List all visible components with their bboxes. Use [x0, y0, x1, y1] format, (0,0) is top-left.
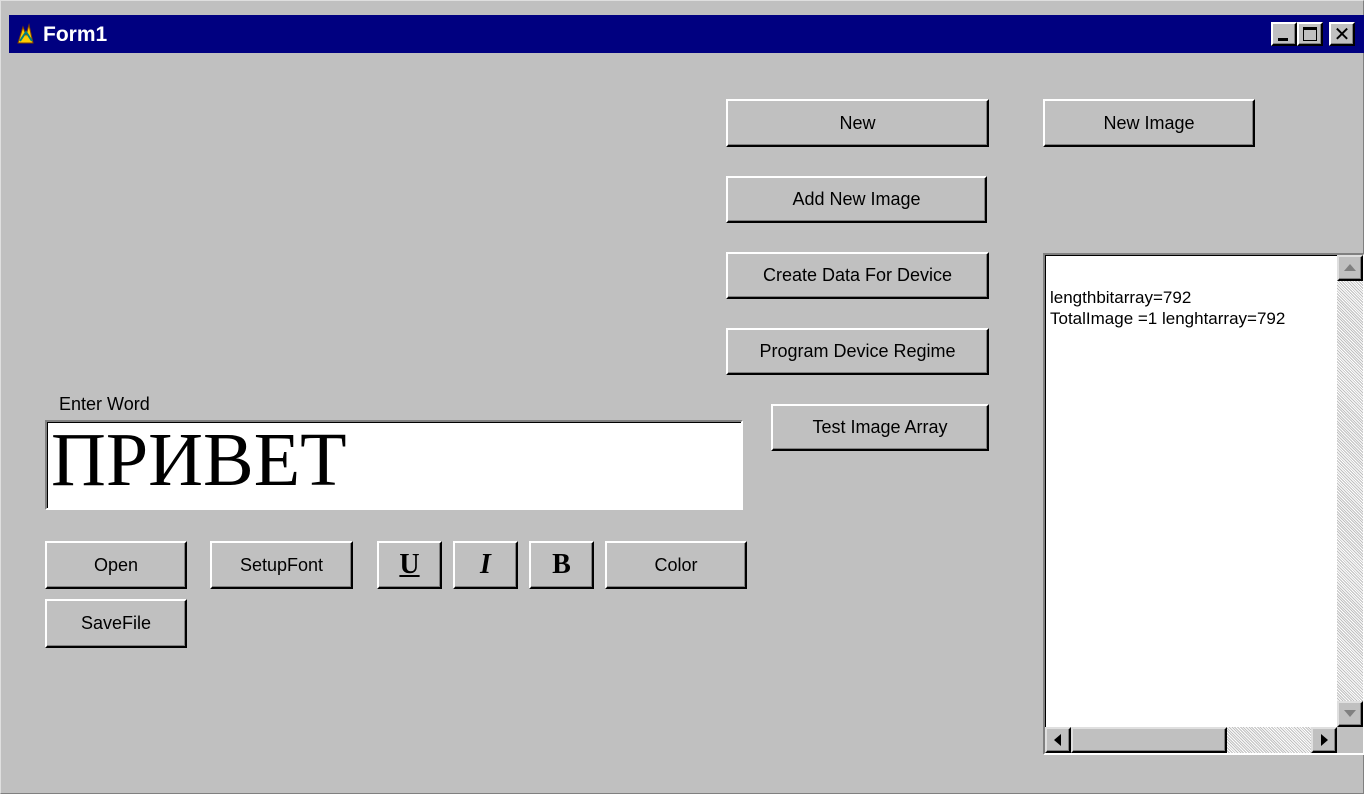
italic-button[interactable]: I: [453, 541, 518, 589]
scrollbar-corner: [1337, 727, 1363, 753]
memo-line: lengthbitarray=792: [1050, 288, 1192, 307]
enter-word-label: Enter Word: [59, 394, 150, 414]
scroll-down-button[interactable]: [1337, 701, 1363, 727]
scroll-left-button[interactable]: [1045, 727, 1071, 753]
maximize-icon[interactable]: [1297, 22, 1323, 46]
scroll-right-button[interactable]: [1311, 727, 1337, 753]
close-glyph: ✕: [1333, 22, 1351, 46]
memo-line: TotalImage =1 lenghtarray=792: [1050, 309, 1286, 328]
open-button[interactable]: Open: [45, 541, 187, 589]
word-input[interactable]: ПРИВЕТ: [45, 418, 743, 510]
arrow-down-icon: [1344, 710, 1356, 717]
title-bar[interactable]: Form1 ✕: [9, 15, 1364, 53]
color-button[interactable]: Color: [605, 541, 747, 589]
memo-text: lengthbitarray=792 TotalImage =1 lenghta…: [1050, 287, 1285, 329]
underline-button[interactable]: U: [377, 541, 442, 589]
arrow-up-icon: [1344, 264, 1356, 271]
new-button[interactable]: New: [726, 99, 989, 147]
scroll-up-button[interactable]: [1337, 255, 1363, 281]
add-new-image-button[interactable]: Add New Image: [726, 176, 987, 223]
save-file-button[interactable]: SaveFile: [45, 599, 187, 648]
minimize-icon[interactable]: [1271, 22, 1297, 46]
arrow-right-icon: [1321, 734, 1328, 746]
setup-font-button[interactable]: SetupFont: [210, 541, 353, 589]
program-device-regime-button[interactable]: Program Device Regime: [726, 328, 989, 375]
vertical-scrollbar[interactable]: [1337, 255, 1363, 727]
word-input-value: ПРИВЕТ: [51, 418, 347, 502]
create-data-for-device-button[interactable]: Create Data For Device: [726, 252, 989, 299]
new-image-button[interactable]: New Image: [1043, 99, 1255, 147]
log-memo[interactable]: lengthbitarray=792 TotalImage =1 lenghta…: [1043, 253, 1364, 755]
scroll-thumb[interactable]: [1071, 727, 1227, 753]
window-title: Form1: [43, 23, 108, 46]
app-icon: [17, 23, 34, 44]
arrow-left-icon: [1054, 734, 1061, 746]
close-icon[interactable]: ✕: [1329, 22, 1355, 46]
bold-button[interactable]: B: [529, 541, 594, 589]
form-window: Form1 ✕ New New Image Add New Image Crea…: [0, 0, 1364, 794]
test-image-array-button[interactable]: Test Image Array: [771, 404, 989, 451]
horizontal-scrollbar[interactable]: [1045, 727, 1337, 753]
